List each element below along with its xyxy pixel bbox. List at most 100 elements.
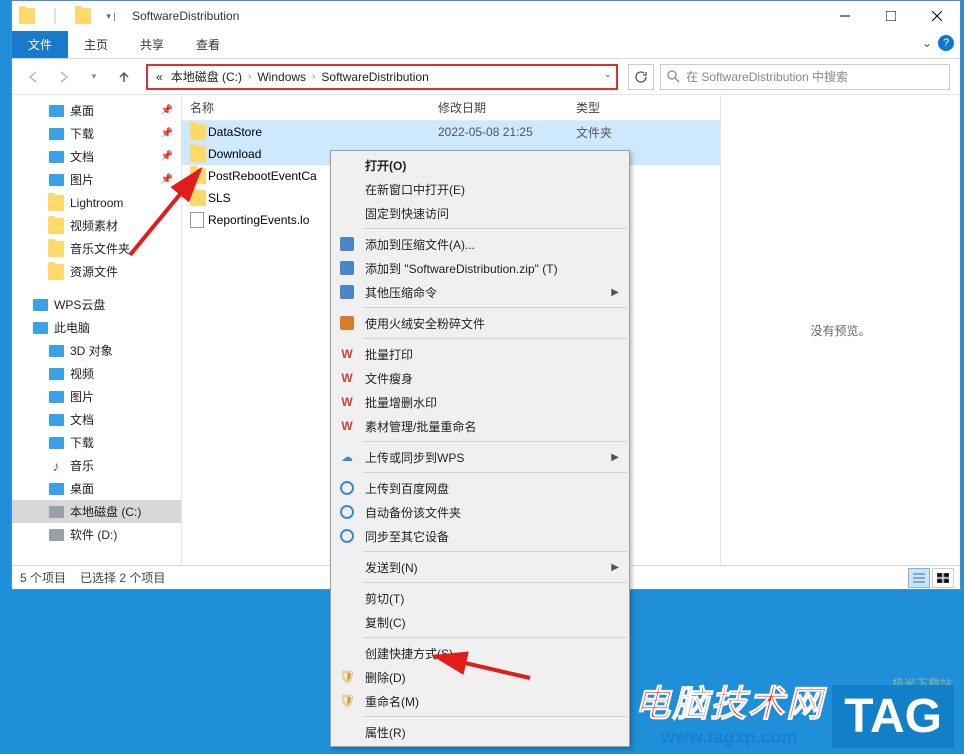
menu-icon <box>339 590 355 606</box>
menu-separator <box>363 716 627 717</box>
pin-icon: 📌 <box>161 151 173 162</box>
menu-item[interactable]: 自动备份该文件夹 <box>331 500 629 524</box>
menu-item[interactable]: 固定到快速访问 <box>331 201 629 225</box>
menu-icon <box>339 724 355 740</box>
folder-icon <box>190 146 208 162</box>
column-headers[interactable]: 名称 修改日期 类型 <box>182 95 720 121</box>
tab-share[interactable]: 共享 <box>124 31 180 58</box>
tree-item[interactable]: 视频素材 <box>12 214 181 237</box>
menu-icon <box>339 528 355 544</box>
sidebar-tree[interactable]: 桌面📌下载📌文档📌图片📌Lightroom视频素材音乐文件夹资源文件WPS云盘此… <box>12 95 182 565</box>
menu-icon: W <box>339 394 355 410</box>
menu-item[interactable]: 发送到(N)▶ <box>331 555 629 579</box>
menu-item[interactable]: W批量增删水印 <box>331 390 629 414</box>
breadcrumb[interactable]: « 本地磁盘 (C:) › Windows › SoftwareDistribu… <box>146 64 618 90</box>
pin-icon: 📌 <box>161 105 173 116</box>
menu-item[interactable]: 上传到百度网盘 <box>331 476 629 500</box>
chevron-right-icon: ▶ <box>611 287 619 298</box>
tree-item[interactable]: 3D 对象 <box>12 339 181 362</box>
tree-item[interactable]: WPS云盘 <box>12 293 181 316</box>
tree-item[interactable]: 资源文件 <box>12 260 181 283</box>
tree-item[interactable]: 文档 <box>12 408 181 431</box>
chevron-right-icon: › <box>246 71 253 82</box>
menu-item[interactable]: 打开(O) <box>331 153 629 177</box>
menu-item[interactable]: 复制(C) <box>331 610 629 634</box>
col-type[interactable]: 类型 <box>576 99 676 116</box>
qat-dropdown-icon[interactable]: ▾ | <box>100 5 122 27</box>
folder-icon <box>190 190 208 206</box>
expand-ribbon-icon[interactable]: ⌄ <box>922 36 932 50</box>
menu-separator <box>363 307 627 308</box>
maximize-button[interactable] <box>868 1 914 31</box>
search-input[interactable]: 在 SoftwareDistribution 中搜索 <box>660 64 950 90</box>
tree-item[interactable]: 桌面 <box>12 477 181 500</box>
preview-pane: 没有预览。 <box>720 95 960 565</box>
menu-item[interactable]: 属性(R) <box>331 720 629 744</box>
help-icon[interactable]: ? <box>938 35 954 51</box>
nav-recent-button[interactable]: ▾ <box>82 65 106 89</box>
tree-item[interactable]: Lightroom <box>12 191 181 214</box>
refresh-button[interactable] <box>628 64 654 90</box>
col-name[interactable]: 名称 <box>190 99 438 116</box>
menu-item[interactable]: 创建快捷方式(S) <box>331 641 629 665</box>
menu-item[interactable]: 剪切(T) <box>331 586 629 610</box>
tab-home[interactable]: 主页 <box>68 31 124 58</box>
menu-item[interactable]: W素材管理/批量重命名 <box>331 414 629 438</box>
address-dropdown-icon[interactable]: ⌄ <box>604 69 612 80</box>
menu-separator <box>363 637 627 638</box>
nav-up-button[interactable] <box>112 65 136 89</box>
breadcrumb-part[interactable]: SoftwareDistribution <box>317 70 432 84</box>
tree-item[interactable]: 本地磁盘 (C:) <box>12 500 181 523</box>
tree-item[interactable]: 图片 <box>12 385 181 408</box>
menu-separator <box>363 472 627 473</box>
tree-item[interactable]: 文档📌 <box>12 145 181 168</box>
breadcrumb-part[interactable]: Windows <box>253 70 310 84</box>
tree-item[interactable]: 软件 (D:) <box>12 523 181 546</box>
menu-item[interactable]: 同步至其它设备 <box>331 524 629 548</box>
context-menu[interactable]: 打开(O)在新窗口中打开(E)固定到快速访问添加到压缩文件(A)...添加到 "… <box>330 150 630 747</box>
menu-item[interactable]: 使用火绒安全粉碎文件 <box>331 311 629 335</box>
menu-separator <box>363 582 627 583</box>
preview-text: 没有预览。 <box>810 322 870 339</box>
tab-file[interactable]: 文件 <box>12 31 68 58</box>
menu-icon <box>339 480 355 496</box>
tree-item[interactable]: 下载 <box>12 431 181 454</box>
minimize-button[interactable] <box>822 1 868 31</box>
tree-item[interactable]: 视频 <box>12 362 181 385</box>
titlebar: | ▾ | SoftwareDistribution <box>12 1 960 31</box>
tree-item[interactable]: 桌面📌 <box>12 99 181 122</box>
watermark-tag: TAG <box>832 685 954 748</box>
menu-icon: 🛡 <box>339 669 355 685</box>
menu-icon <box>339 157 355 173</box>
nav-forward-button[interactable] <box>52 65 76 89</box>
menu-item[interactable]: 在新窗口中打开(E) <box>331 177 629 201</box>
tree-item[interactable]: 音乐文件夹 <box>12 237 181 260</box>
tree-item[interactable]: 下载📌 <box>12 122 181 145</box>
view-details-icon[interactable] <box>908 568 930 588</box>
col-date[interactable]: 修改日期 <box>438 99 576 116</box>
menu-item[interactable]: 添加到压缩文件(A)... <box>331 232 629 256</box>
menu-icon: 🛡 <box>339 693 355 709</box>
menu-item[interactable]: 添加到 "SoftwareDistribution.zip" (T) <box>331 256 629 280</box>
tree-item[interactable]: 此电脑 <box>12 316 181 339</box>
file-row[interactable]: DataStore2022-05-08 21:25文件夹 <box>182 121 720 143</box>
menu-icon <box>339 260 355 276</box>
menu-item[interactable]: W文件瘦身 <box>331 366 629 390</box>
tree-item[interactable]: 图片📌 <box>12 168 181 191</box>
close-button[interactable] <box>914 1 960 31</box>
tree-item[interactable]: ♪音乐 <box>12 454 181 477</box>
menu-item[interactable]: 🛡删除(D) <box>331 665 629 689</box>
menu-item[interactable]: ☁上传或同步到WPS▶ <box>331 445 629 469</box>
tab-view[interactable]: 查看 <box>180 31 236 58</box>
nav-back-button[interactable] <box>22 65 46 89</box>
menu-item[interactable]: 其他压缩命令▶ <box>331 280 629 304</box>
file-date: 2022-05-08 21:25 <box>438 125 576 139</box>
menu-icon <box>339 645 355 661</box>
view-large-icon[interactable] <box>932 568 954 588</box>
window-title: SoftwareDistribution <box>126 9 822 23</box>
menu-separator <box>363 441 627 442</box>
menu-item[interactable]: W批量打印 <box>331 342 629 366</box>
breadcrumb-part[interactable]: 本地磁盘 (C:) <box>167 68 246 85</box>
menu-item[interactable]: 🛡重命名(M) <box>331 689 629 713</box>
folder-icon <box>190 124 208 140</box>
